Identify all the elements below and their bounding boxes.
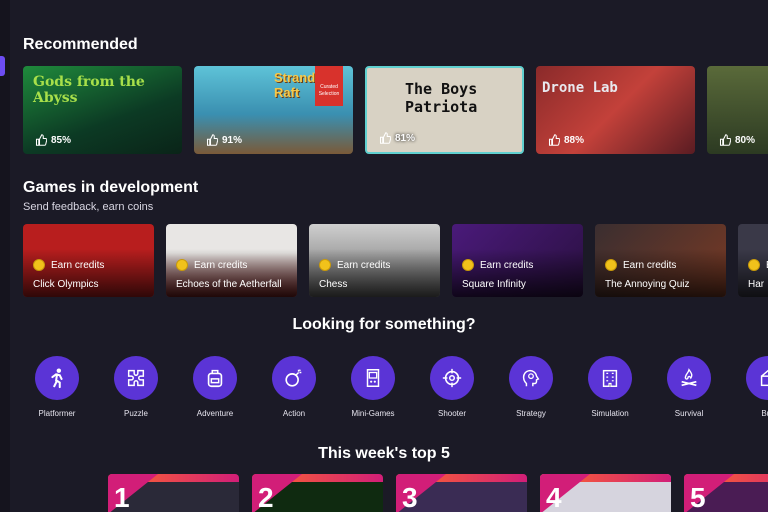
dev-card-title: Chess — [319, 279, 348, 290]
rec-card-5[interactable]: 80% — [707, 66, 768, 154]
rank-number: 3 — [402, 482, 418, 512]
development-row: Earn credits Click Olympics Earn credits… — [23, 224, 768, 297]
top5-row: 1 2 3 4 5 — [0, 474, 768, 512]
dev-card-6[interactable]: Earn credits Har — [738, 224, 768, 297]
rail-active-indicator[interactable] — [0, 56, 5, 76]
recommended-row: Gods from the Abyss 85% Stranded Raft Cu… — [23, 66, 768, 154]
category-shooter[interactable]: Shooter — [417, 356, 487, 418]
rec-card-4-rating: 88% — [548, 134, 584, 146]
earn-credits: Earn credits — [748, 259, 768, 271]
top5-card-2[interactable]: 2 — [252, 474, 383, 512]
dev-card-title: Square Infinity — [462, 279, 526, 290]
top5-card-3[interactable]: 3 — [396, 474, 527, 512]
category-puzzle[interactable]: Puzzle — [101, 356, 171, 418]
rec-card-1-rating: 85% — [35, 134, 71, 146]
runner-icon — [51, 368, 63, 389]
category-simulation[interactable]: Simulation — [575, 356, 645, 418]
earn-credits: Earn credits — [605, 259, 676, 271]
build-icon — [760, 369, 768, 387]
brain-icon — [522, 369, 540, 387]
category-survival[interactable]: Survival — [654, 356, 724, 418]
rec-card-3-logo: The Boys Patriota — [405, 80, 478, 116]
category-build[interactable]: Buil — [733, 356, 768, 418]
category-mini-games[interactable]: Mini-Games — [338, 356, 408, 418]
top5-card-4[interactable]: 4 — [540, 474, 671, 512]
puzzle-icon — [127, 369, 145, 387]
thumbs-up-icon — [548, 134, 560, 146]
earn-credits: Earn credits — [33, 259, 104, 271]
building-icon — [602, 369, 618, 387]
rank-number: 4 — [546, 482, 562, 512]
rec-card-1[interactable]: Gods from the Abyss 85% — [23, 66, 182, 154]
dev-card-1[interactable]: Earn credits Click Olympics — [23, 224, 154, 297]
development-subtitle: Send feedback, earn coins — [23, 201, 154, 213]
rec-card-4-logo: Drone Lab — [542, 80, 618, 96]
category-strategy[interactable]: Strategy — [496, 356, 566, 418]
rank-number: 2 — [258, 482, 274, 512]
dev-card-title: Echoes of the Aetherfall — [176, 279, 282, 290]
coin-icon — [462, 259, 474, 271]
rec-card-3[interactable]: The Boys Patriota 81% — [365, 66, 524, 154]
campfire-icon — [681, 368, 697, 387]
coin-icon — [319, 259, 331, 271]
top5-card-5[interactable]: 5 — [684, 474, 768, 512]
dev-card-title: Click Olympics — [33, 279, 99, 290]
dev-card-2[interactable]: Earn credits Echoes of the Aetherfall — [166, 224, 297, 297]
backpack-icon — [207, 369, 223, 388]
thumbs-up-icon — [206, 134, 218, 146]
rank-number: 5 — [690, 482, 706, 512]
rec-card-1-logo: Gods from the Abyss — [33, 74, 145, 106]
category-platformer[interactable]: Platformer — [22, 356, 92, 418]
rec-card-2[interactable]: Stranded Raft Curated Selection 91% — [194, 66, 353, 154]
dev-card-4[interactable]: Earn credits Square Infinity — [452, 224, 583, 297]
categories-title: Looking for something? — [292, 316, 476, 333]
category-action[interactable]: Action — [259, 356, 329, 418]
arcade-icon — [366, 369, 380, 387]
top5-title: This week's top 5 — [318, 445, 450, 462]
rank-number: 1 — [114, 482, 130, 512]
category-row: Platformer Puzzle Adventure Action Mini-… — [0, 356, 768, 422]
bomb-icon — [285, 369, 302, 387]
thumbs-up-icon — [379, 132, 391, 144]
curated-badge: Curated Selection — [315, 66, 343, 106]
rec-card-3-rating: 81% — [379, 132, 415, 144]
earn-credits: Earn credits — [462, 259, 533, 271]
thumbs-up-icon — [35, 134, 47, 146]
dev-card-title: The Annoying Quiz — [605, 279, 690, 290]
dev-card-3[interactable]: Earn credits Chess — [309, 224, 440, 297]
thumbs-up-icon — [719, 134, 731, 146]
dev-card-title: Har — [748, 279, 765, 290]
coin-icon — [33, 259, 45, 271]
coin-icon — [176, 259, 188, 271]
dev-card-5[interactable]: Earn credits The Annoying Quiz — [595, 224, 726, 297]
earn-credits: Earn credits — [319, 259, 390, 271]
rec-card-2-rating: 91% — [206, 134, 242, 146]
top5-card-1[interactable]: 1 — [108, 474, 239, 512]
earn-credits: Earn credits — [176, 259, 247, 271]
crosshair-icon — [442, 368, 462, 388]
category-adventure[interactable]: Adventure — [180, 356, 250, 418]
left-rail — [0, 0, 10, 512]
development-title: Games in development — [23, 179, 199, 196]
recommended-title: Recommended — [23, 36, 138, 53]
rec-card-5-rating: 80% — [719, 134, 755, 146]
coin-icon — [605, 259, 617, 271]
rec-card-4[interactable]: Drone Lab 88% — [536, 66, 695, 154]
coin-icon — [748, 259, 760, 271]
